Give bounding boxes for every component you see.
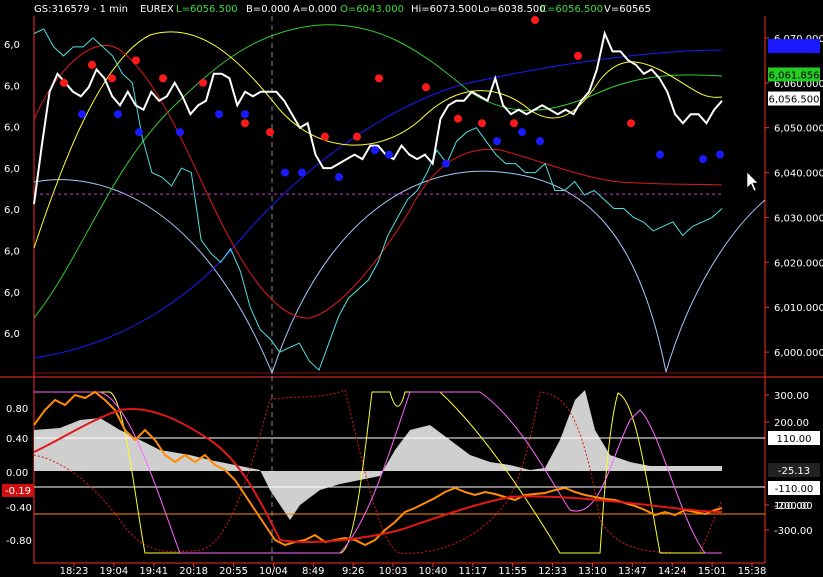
time-tick-label: 19:41	[139, 566, 168, 577]
swing-low-marker	[518, 128, 526, 137]
time-tick-label: 10:03	[379, 566, 408, 577]
indicator-tick-label: 300.00	[774, 391, 809, 402]
open-label: O=6043.000	[340, 4, 404, 15]
time-tick-label: 18:23	[60, 566, 89, 577]
indicator-tick-label: 100.00	[774, 501, 809, 512]
swing-low-marker	[176, 128, 184, 137]
time-tick-label: 14:24	[658, 566, 687, 577]
swing-high-marker	[627, 119, 635, 128]
indicator-left-tick-label: 0.80	[6, 404, 28, 415]
swing-high-marker	[60, 78, 68, 87]
time-tick-label: 10/04	[259, 566, 288, 577]
indicator-left-badge: -0.19	[2, 484, 34, 497]
swing-low-marker	[241, 110, 249, 119]
price-badge-label: 6,061.856	[769, 70, 820, 81]
swing-high-marker	[454, 114, 462, 123]
time-tick-label: 11:55	[498, 566, 527, 577]
time-tick-label: 11:17	[458, 566, 487, 577]
swing-high-marker	[199, 78, 207, 87]
swing-high-marker	[88, 60, 96, 69]
last-price-label: L=6056.500	[176, 4, 238, 15]
symbol-label: GS:316579 - 1 min	[34, 4, 128, 15]
swing-high-marker	[241, 119, 249, 128]
time-tick-label: 13:10	[578, 566, 607, 577]
swing-high-marker	[132, 56, 140, 65]
swing-low-marker	[385, 150, 393, 159]
time-tick-label: 20:18	[179, 566, 208, 577]
exchange-label: EUREX	[140, 4, 174, 15]
left-price-tick-label: 6,0	[4, 247, 20, 258]
swing-low-marker	[135, 128, 143, 137]
swing-high-marker	[574, 51, 582, 60]
time-tick-label: 9:26	[342, 566, 364, 577]
swing-high-marker	[321, 132, 329, 141]
price-badge-label: 6,068.2	[775, 42, 813, 53]
close-label: C=6056.500	[540, 4, 603, 15]
swing-high-marker	[422, 83, 430, 92]
swing-low-marker	[442, 159, 450, 168]
left-price-tick-label: 6,0	[4, 123, 20, 134]
swing-low-marker	[298, 168, 306, 177]
indicator-badge-label: -110.00	[775, 484, 814, 495]
swing-high-marker	[266, 128, 274, 137]
swing-low-marker	[281, 168, 289, 177]
swing-high-marker	[510, 119, 518, 128]
left-price-tick-label: 6,0	[4, 40, 20, 51]
swing-high-marker	[108, 74, 116, 83]
price-badges: 6,068.2 6,061.856 6,056.500	[768, 39, 820, 106]
price-badge-label: 6,056.500	[769, 95, 820, 106]
swing-low-marker	[656, 150, 664, 159]
swing-low-marker	[215, 110, 223, 119]
indicator-badge-label: 110.00	[777, 434, 812, 445]
left-price-tick-label: 6,0	[4, 205, 20, 216]
swing-low-marker	[335, 173, 343, 182]
low-label: Lo=6038.500	[478, 4, 546, 15]
price-tick-label: 6,050.000	[774, 124, 823, 135]
left-price-tick-label: 6,0	[4, 164, 20, 175]
swing-low-marker	[536, 137, 544, 146]
swing-high-marker	[531, 16, 539, 24]
indicator-badge-label: -25.13	[778, 466, 810, 477]
indicator-left-tick-label: 0.00	[6, 468, 28, 479]
left-price-tick-label: 6,0	[4, 329, 20, 340]
indicator-left-badge-label: -0.19	[5, 486, 31, 497]
indicator-tick-label: 200.00	[774, 418, 809, 429]
indicator-badges: 110.00 -25.13 -110.00	[768, 431, 820, 495]
time-tick-label: 20:55	[219, 566, 248, 577]
price-tick-label: 6,040.000	[774, 169, 823, 180]
swing-low-marker	[371, 146, 379, 155]
indicator-tick-label: -300.00	[774, 526, 813, 537]
price-tick-label: 6,020.000	[774, 258, 823, 269]
time-tick-label: 15:01	[698, 566, 727, 577]
header-bar: GS:316579 - 1 min EUREX L=6056.500 B=0.0…	[34, 4, 651, 15]
price-tick-label: 6,010.000	[774, 303, 823, 314]
indicator-left-tick-label: -0.40	[6, 503, 32, 514]
time-tick-label: 8:49	[302, 566, 324, 577]
left-price-tick-label: 6,0	[4, 81, 20, 92]
trading-chart: GS:316579 - 1 min EUREX L=6056.500 B=0.0…	[0, 0, 823, 577]
high-label: Hi=6073.500	[411, 4, 477, 15]
swing-low-marker	[716, 150, 724, 159]
time-tick-label: 19:04	[99, 566, 128, 577]
swing-low-marker	[493, 137, 501, 146]
price-tick-label: 6,000.000	[774, 348, 823, 359]
swing-low-marker	[114, 110, 122, 119]
price-tick-label: 6,030.000	[774, 213, 823, 224]
time-tick-label: 15:38	[738, 566, 767, 577]
bid-label: B=0.000	[246, 4, 290, 15]
swing-high-marker	[159, 74, 167, 83]
swing-high-marker	[353, 132, 361, 141]
swing-low-marker	[78, 110, 86, 119]
left-price-tick-label: 6,0	[4, 288, 20, 299]
swing-high-marker	[478, 119, 486, 128]
time-tick-label: 10:40	[419, 566, 448, 577]
ask-label: A=0.000	[293, 4, 337, 15]
swing-low-marker	[699, 155, 707, 164]
indicator-left-tick-label: 0.40	[6, 434, 28, 445]
swing-high-marker	[375, 74, 383, 83]
time-tick-label: 13:47	[618, 566, 647, 577]
time-tick-label: 12:33	[538, 566, 567, 577]
volume-label: V=60565	[604, 4, 651, 15]
indicator-left-tick-label: -0.80	[6, 536, 32, 547]
